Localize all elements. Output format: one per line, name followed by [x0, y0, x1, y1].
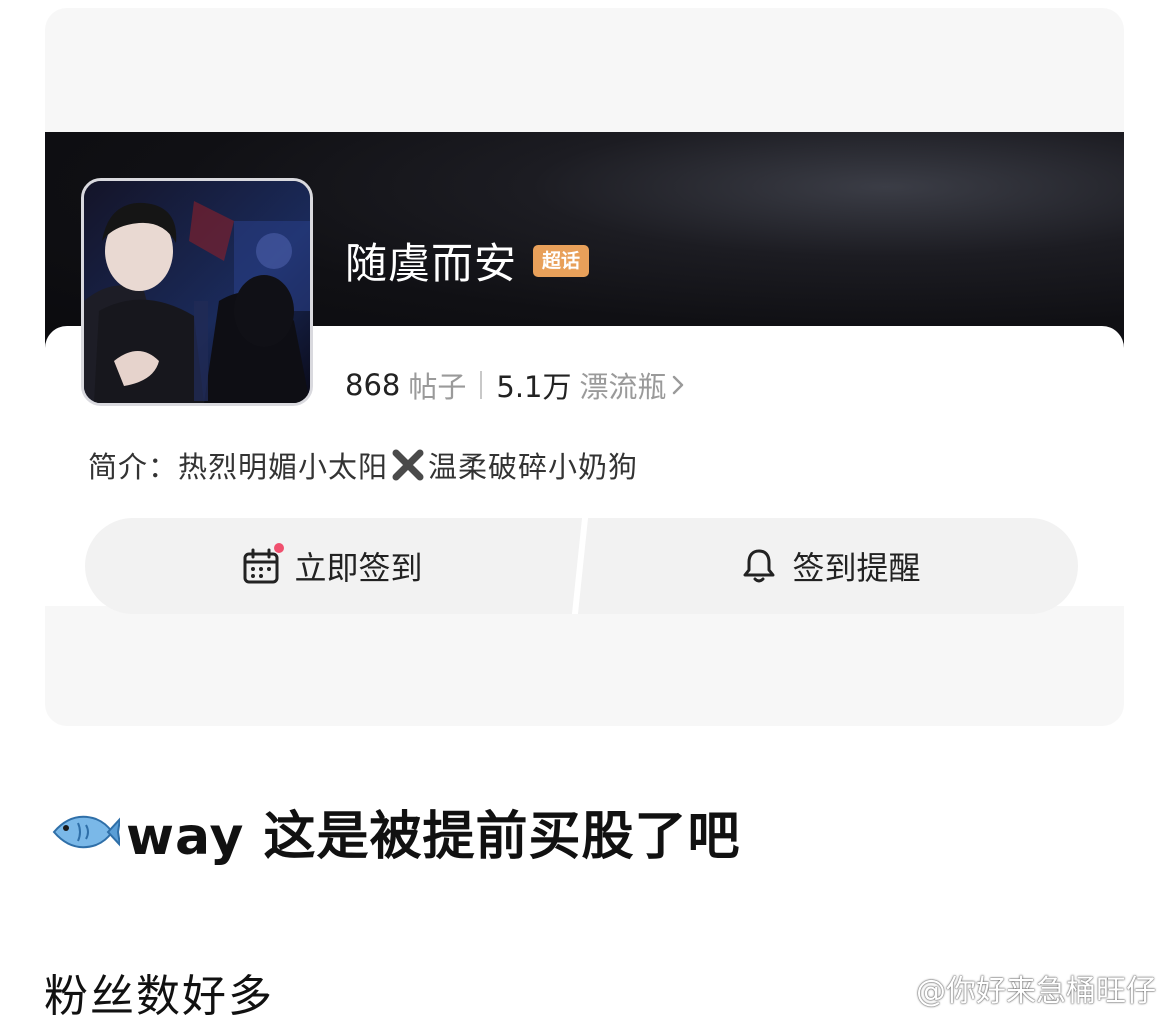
chevron-right-icon [671, 373, 685, 397]
caption-text: way 这是被提前买股了吧 [126, 807, 741, 867]
watermark-text: @你好来急桶旺仔 [916, 974, 1156, 1009]
bell-icon [740, 547, 778, 585]
topic-title-row: 随虞而安 超话 [345, 230, 590, 291]
super-topic-card: 随虞而安 超话 868 帖子 5.1万 漂流瓶 简介：热烈明媚小太阳 温柔破碎小… [45, 8, 1124, 726]
intro-text-end: 温柔破碎小奶狗 [428, 450, 639, 484]
intro-text-start: 简介：热烈明媚小太阳 [88, 450, 389, 484]
super-topic-badge: 超话 [533, 244, 590, 277]
post-caption: way 这是被提前买股了吧 [48, 794, 741, 869]
topic-avatar[interactable] [81, 178, 313, 406]
checkin-button[interactable]: 立即签到 [85, 518, 580, 614]
screenshot: 随虞而安 超话 868 帖子 5.1万 漂流瓶 简介：热烈明媚小太阳 温柔破碎小… [0, 0, 1169, 1015]
calendar-icon [242, 543, 285, 585]
stats-divider [480, 371, 483, 399]
posts-label: 帖子 [408, 370, 467, 404]
notification-dot [274, 543, 285, 553]
topic-intro: 简介：热烈明媚小太阳 温柔破碎小奶狗 [88, 444, 638, 486]
weibo-watermark: @你好来急桶旺仔 [840, 966, 1156, 1010]
bottles-count: 5.1万 [496, 370, 572, 404]
avatar-image [84, 181, 310, 403]
topic-stats[interactable]: 868 帖子 5.1万 漂流瓶 [345, 364, 685, 406]
fish-icon [48, 807, 120, 857]
checkin-label: 立即签到 [294, 549, 423, 587]
action-bar: 立即签到 签到提醒 [85, 518, 1078, 614]
post-sub-caption: 粉丝数好多 [44, 971, 274, 1015]
checkin-reminder-button[interactable]: 签到提醒 [583, 518, 1078, 614]
weibo-logo-icon [840, 970, 910, 1006]
reminder-label: 签到提醒 [792, 549, 921, 587]
bottles-label: 漂流瓶 [579, 370, 667, 404]
topic-name[interactable]: 随虞而安 [345, 230, 517, 291]
posts-count: 868 [345, 368, 401, 402]
cross-mark-icon [390, 447, 426, 483]
